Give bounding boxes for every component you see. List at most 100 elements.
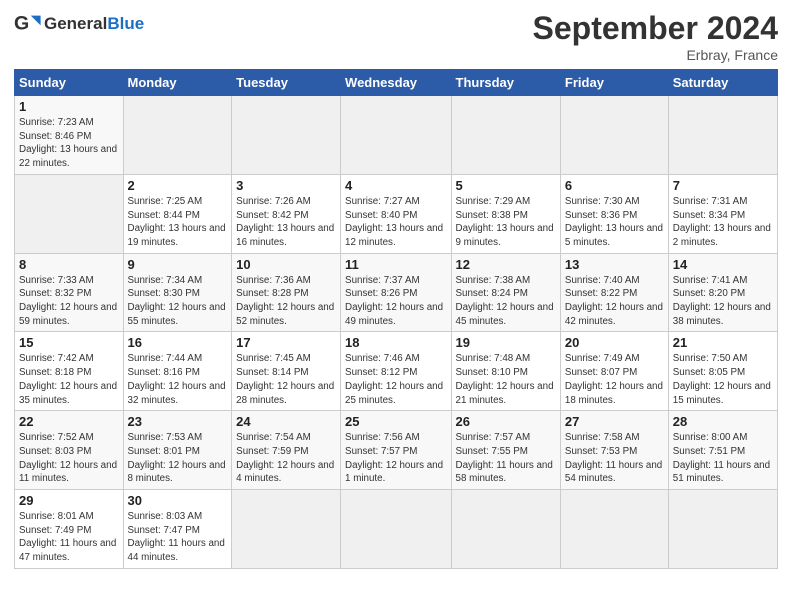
col-monday: Monday	[123, 70, 232, 96]
day-info: Sunrise: 7:56 AMSunset: 7:57 PMDaylight:…	[345, 432, 443, 484]
table-row: 1Sunrise: 7:23 AMSunset: 8:46 PMDaylight…	[15, 96, 124, 175]
table-row	[668, 490, 777, 569]
day-info: Sunrise: 7:42 AMSunset: 8:18 PMDaylight:…	[19, 353, 117, 405]
table-row: 29Sunrise: 8:01 AMSunset: 7:49 PMDayligh…	[15, 490, 124, 569]
day-info: Sunrise: 8:03 AMSunset: 7:47 PMDaylight:…	[128, 511, 225, 563]
day-number: 12	[456, 257, 556, 272]
table-row	[668, 96, 777, 175]
day-number: 20	[565, 335, 664, 350]
table-row	[15, 174, 124, 253]
day-info: Sunrise: 7:45 AMSunset: 8:14 PMDaylight:…	[236, 353, 334, 405]
day-number: 13	[565, 257, 664, 272]
table-row	[232, 490, 341, 569]
day-info: Sunrise: 7:50 AMSunset: 8:05 PMDaylight:…	[673, 353, 771, 405]
table-row: 19Sunrise: 7:48 AMSunset: 8:10 PMDayligh…	[451, 332, 560, 411]
table-row: 8Sunrise: 7:33 AMSunset: 8:32 PMDaylight…	[15, 253, 124, 332]
table-row: 14Sunrise: 7:41 AMSunset: 8:20 PMDayligh…	[668, 253, 777, 332]
day-info: Sunrise: 7:52 AMSunset: 8:03 PMDaylight:…	[19, 432, 117, 484]
day-info: Sunrise: 7:53 AMSunset: 8:01 PMDaylight:…	[128, 432, 226, 484]
col-thursday: Thursday	[451, 70, 560, 96]
day-number: 2	[128, 178, 228, 193]
title-block: September 2024 Erbray, France	[533, 10, 778, 63]
table-row: 23 Sunrise: 7:53 AMSunset: 8:01 PMDayligh…	[123, 411, 232, 490]
table-row: 9 Sunrise: 7:34 AMSunset: 8:30 PMDaylight…	[123, 253, 232, 332]
table-row: 17 Sunrise: 7:45 AMSunset: 8:14 PMDayligh…	[232, 332, 341, 411]
day-number: 24	[236, 414, 336, 429]
day-info: Sunrise: 8:01 AMSunset: 7:49 PMDaylight:…	[19, 511, 116, 563]
svg-text:G: G	[14, 13, 29, 35]
day-info: Sunrise: 7:54 AMSunset: 7:59 PMDaylight:…	[236, 432, 334, 484]
day-number: 26	[456, 414, 556, 429]
day-number: 17	[236, 335, 336, 350]
table-row: 2 Sunrise: 7:25 AMSunset: 8:44 PMDaylight…	[123, 174, 232, 253]
calendar-week-5: 29Sunrise: 8:01 AMSunset: 7:49 PMDayligh…	[15, 490, 778, 569]
day-info: Sunrise: 7:36 AMSunset: 8:28 PMDaylight:…	[236, 275, 334, 327]
table-row: 11 Sunrise: 7:37 AMSunset: 8:26 PMDayligh…	[341, 253, 451, 332]
logo-text: GeneralBlue	[44, 14, 144, 34]
day-info: Sunrise: 7:34 AMSunset: 8:30 PMDaylight:…	[128, 275, 226, 327]
day-number: 15	[19, 335, 119, 350]
day-info: Sunrise: 7:58 AMSunset: 7:53 PMDaylight:…	[565, 432, 662, 484]
day-info: Sunrise: 7:38 AMSunset: 8:24 PMDaylight:…	[456, 275, 554, 327]
day-number: 23	[128, 414, 228, 429]
table-row: 25 Sunrise: 7:56 AMSunset: 7:57 PMDayligh…	[341, 411, 451, 490]
calendar-week-4: 22 Sunrise: 7:52 AMSunset: 8:03 PMDayligh…	[15, 411, 778, 490]
table-row: 26 Sunrise: 7:57 AMSunset: 7:55 PMDayligh…	[451, 411, 560, 490]
day-info: Sunrise: 7:41 AMSunset: 8:20 PMDaylight:…	[673, 275, 771, 327]
col-saturday: Saturday	[668, 70, 777, 96]
table-row: 20Sunrise: 7:49 AMSunset: 8:07 PMDayligh…	[560, 332, 668, 411]
logo: G GeneralBlue	[14, 10, 144, 38]
day-info: Sunrise: 7:44 AMSunset: 8:16 PMDaylight:…	[128, 353, 226, 405]
day-number: 10	[236, 257, 336, 272]
table-row	[451, 96, 560, 175]
day-number: 11	[345, 257, 446, 272]
day-info: Sunrise: 7:37 AMSunset: 8:26 PMDaylight:…	[345, 275, 443, 327]
table-row	[451, 490, 560, 569]
day-info: Sunrise: 7:30 AMSunset: 8:36 PMDaylight:…	[565, 196, 663, 248]
table-row	[123, 96, 232, 175]
day-info: Sunrise: 7:40 AMSunset: 8:22 PMDaylight:…	[565, 275, 663, 327]
day-info: Sunrise: 7:23 AMSunset: 8:46 PMDaylight:…	[19, 117, 117, 169]
day-number: 18	[345, 335, 446, 350]
table-row: 18 Sunrise: 7:46 AMSunset: 8:12 PMDayligh…	[341, 332, 451, 411]
day-number: 5	[456, 178, 556, 193]
col-friday: Friday	[560, 70, 668, 96]
day-number: 22	[19, 414, 119, 429]
day-info: Sunrise: 7:26 AMSunset: 8:42 PMDaylight:…	[236, 196, 334, 248]
table-row	[341, 96, 451, 175]
day-info: Sunrise: 7:29 AMSunset: 8:38 PMDaylight:…	[456, 196, 554, 248]
header-row: Sunday Monday Tuesday Wednesday Thursday…	[15, 70, 778, 96]
table-row: 7 Sunrise: 7:31 AMSunset: 8:34 PMDaylight…	[668, 174, 777, 253]
day-number: 27	[565, 414, 664, 429]
day-number: 25	[345, 414, 446, 429]
logo-blue: Blue	[107, 14, 144, 33]
day-info: Sunrise: 7:57 AMSunset: 7:55 PMDaylight:…	[456, 432, 553, 484]
table-row	[341, 490, 451, 569]
page-container: G GeneralBlue September 2024 Erbray, Fra…	[0, 0, 792, 579]
table-row: 12 Sunrise: 7:38 AMSunset: 8:24 PMDayligh…	[451, 253, 560, 332]
day-number: 9	[128, 257, 228, 272]
day-number: 7	[673, 178, 773, 193]
header: G GeneralBlue September 2024 Erbray, Fra…	[14, 10, 778, 63]
table-row	[560, 490, 668, 569]
table-row: 22 Sunrise: 7:52 AMSunset: 8:03 PMDayligh…	[15, 411, 124, 490]
table-row	[232, 96, 341, 175]
calendar-week-2: 8Sunrise: 7:33 AMSunset: 8:32 PMDaylight…	[15, 253, 778, 332]
col-sunday: Sunday	[15, 70, 124, 96]
table-row	[560, 96, 668, 175]
calendar-table: Sunday Monday Tuesday Wednesday Thursday…	[14, 69, 778, 569]
calendar-week-0: 1Sunrise: 7:23 AMSunset: 8:46 PMDaylight…	[15, 96, 778, 175]
table-row: 3 Sunrise: 7:26 AMSunset: 8:42 PMDaylight…	[232, 174, 341, 253]
table-row: 6Sunrise: 7:30 AMSunset: 8:36 PMDaylight…	[560, 174, 668, 253]
table-row: 16Sunrise: 7:44 AMSunset: 8:16 PMDayligh…	[123, 332, 232, 411]
day-info: Sunrise: 7:48 AMSunset: 8:10 PMDaylight:…	[456, 353, 554, 405]
day-number: 4	[345, 178, 446, 193]
table-row: 28Sunrise: 8:00 AMSunset: 7:51 PMDayligh…	[668, 411, 777, 490]
table-row: 24 Sunrise: 7:54 AMSunset: 7:59 PMDayligh…	[232, 411, 341, 490]
day-info: Sunrise: 7:31 AMSunset: 8:34 PMDaylight:…	[673, 196, 771, 248]
col-wednesday: Wednesday	[341, 70, 451, 96]
day-number: 3	[236, 178, 336, 193]
day-info: Sunrise: 7:25 AMSunset: 8:44 PMDaylight:…	[128, 196, 226, 248]
day-info: Sunrise: 8:00 AMSunset: 7:51 PMDaylight:…	[673, 432, 770, 484]
day-info: Sunrise: 7:46 AMSunset: 8:12 PMDaylight:…	[345, 353, 443, 405]
